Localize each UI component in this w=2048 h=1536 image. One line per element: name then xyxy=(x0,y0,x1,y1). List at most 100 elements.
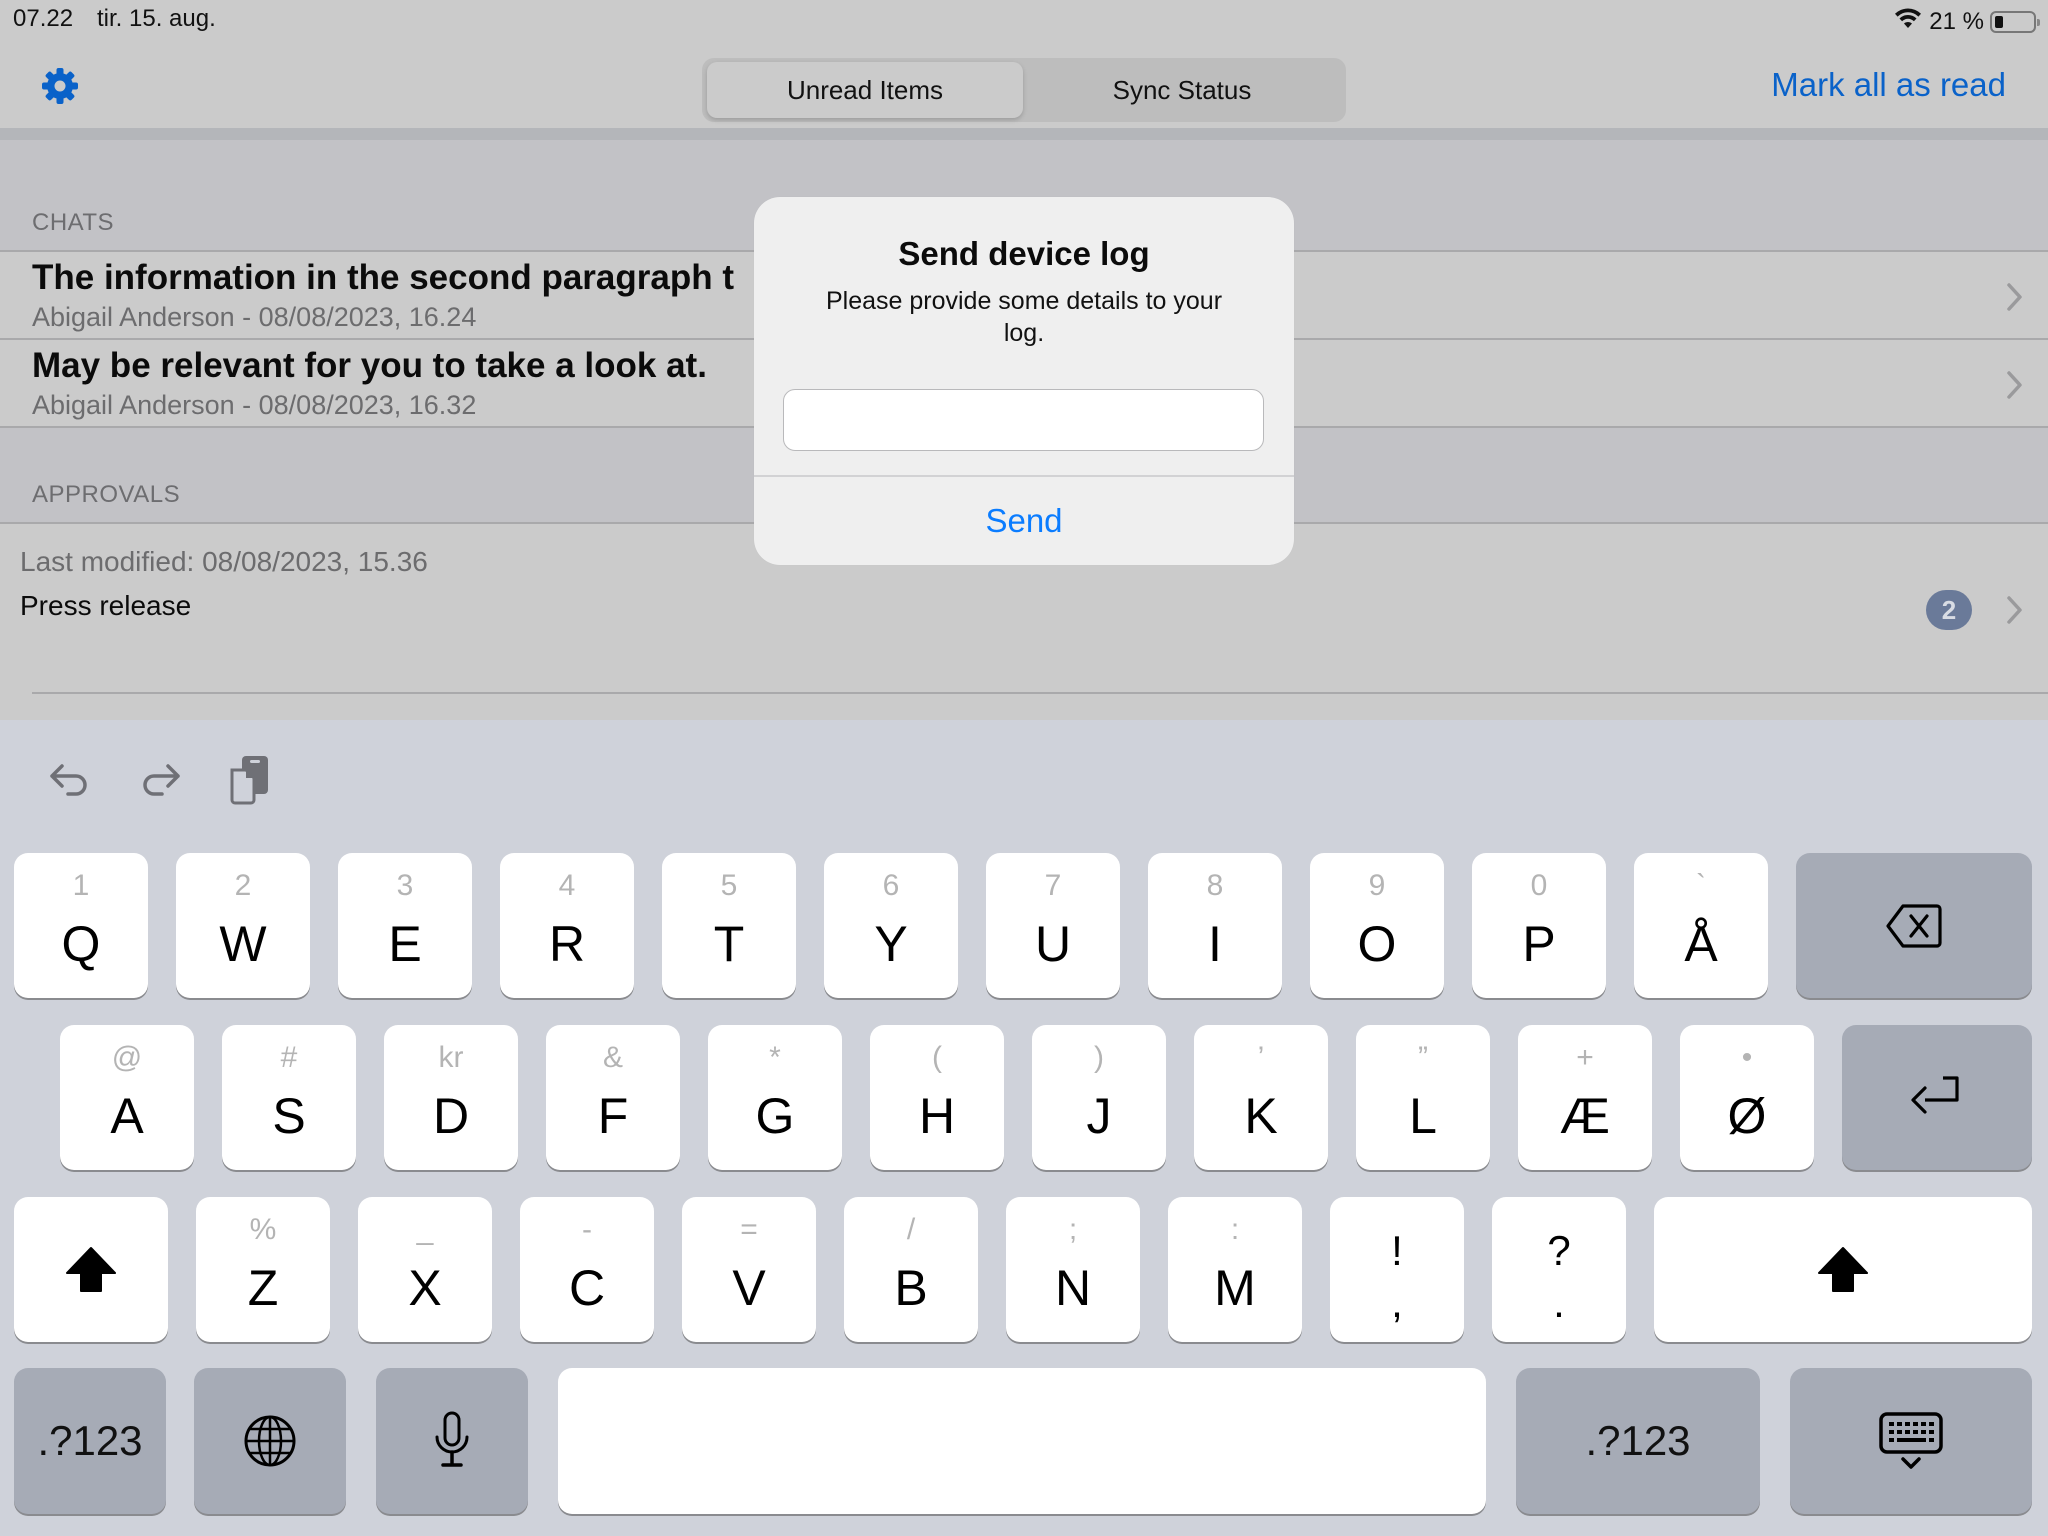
key-å[interactable]: ` Å xyxy=(1634,853,1768,998)
key-ø[interactable]: • Ø xyxy=(1680,1025,1814,1170)
gear-icon[interactable] xyxy=(38,64,82,108)
log-details-input[interactable] xyxy=(783,389,1264,451)
key-r[interactable]: 4R xyxy=(500,853,634,998)
key-v[interactable]: = V xyxy=(682,1197,816,1342)
redo-icon[interactable] xyxy=(132,750,188,810)
key-main-char: E xyxy=(388,916,422,972)
key-d[interactable]: kr D xyxy=(384,1025,518,1170)
key-t[interactable]: 5T xyxy=(662,853,796,998)
dialog-message: Please provide some details to your log. xyxy=(825,287,1223,347)
key-alt-char: 4 xyxy=(558,869,576,902)
backspace-key[interactable] xyxy=(1796,853,2032,998)
paste-icon[interactable] xyxy=(222,750,278,810)
key-alt-char: % xyxy=(249,1213,277,1246)
space-bar[interactable] xyxy=(558,1368,1486,1514)
key-k[interactable]: ’ K xyxy=(1194,1025,1328,1170)
key-b[interactable]: / B xyxy=(844,1197,978,1342)
key-main-char: C xyxy=(568,1260,606,1316)
key-alt-char: ` xyxy=(1696,869,1706,902)
key-j[interactable]: ) J xyxy=(1032,1025,1166,1170)
key-c[interactable]: -C xyxy=(520,1197,654,1342)
key-main-char: F xyxy=(597,1088,629,1144)
key-main-char: Å xyxy=(1684,916,1718,972)
tab-unread-items[interactable]: Unread Items xyxy=(707,62,1023,118)
key-g[interactable]: * G xyxy=(708,1025,842,1170)
shift-key-left[interactable] xyxy=(14,1197,168,1342)
dismiss-keyboard-key[interactable] xyxy=(1790,1368,2032,1514)
battery-percent: 21 % xyxy=(1929,7,1984,35)
section-header-chats: CHATS xyxy=(32,209,115,236)
key-a[interactable]: @ A xyxy=(60,1025,194,1170)
key-q[interactable]: 1Q xyxy=(14,853,148,998)
key-i[interactable]: 8I xyxy=(1148,853,1282,998)
key-main-char: Æ xyxy=(1560,1088,1610,1144)
chat-title: The information in the second paragraph … xyxy=(32,258,734,297)
key-alt-char: kr xyxy=(438,1041,464,1074)
key-n[interactable]: ; N xyxy=(1006,1197,1140,1342)
globe-icon xyxy=(194,1368,346,1514)
key-main-char: D xyxy=(432,1088,470,1144)
key-m[interactable]: :M xyxy=(1168,1197,1302,1342)
keyboard-dismiss-icon xyxy=(1790,1368,2032,1514)
key-h[interactable]: (H xyxy=(870,1025,1004,1170)
key-alt-char: / xyxy=(906,1213,916,1246)
key-main-char: K xyxy=(1244,1088,1278,1144)
key-o[interactable]: 9O xyxy=(1310,853,1444,998)
microphone-key[interactable] xyxy=(376,1368,528,1514)
shift-icon xyxy=(1654,1197,2032,1342)
tab-sync-status[interactable]: Sync Status xyxy=(1024,62,1340,118)
key-main-char: L xyxy=(1409,1088,1437,1144)
key-alt-char: ) xyxy=(1094,1041,1104,1074)
key-s[interactable]: # S xyxy=(222,1025,356,1170)
key-alt-char: # xyxy=(280,1041,298,1074)
key-l[interactable]: ” L xyxy=(1356,1025,1490,1170)
key-top-char: ! xyxy=(1391,1227,1403,1274)
globe-key[interactable] xyxy=(194,1368,346,1514)
key-main-char: P xyxy=(1522,916,1556,972)
key-main-char: Z xyxy=(247,1260,279,1316)
numbers-key-left[interactable]: .?123 xyxy=(14,1368,166,1514)
key-alt-char: ” xyxy=(1418,1041,1428,1074)
key-p[interactable]: 0P xyxy=(1472,853,1606,998)
key-main-char: B xyxy=(894,1260,928,1316)
key-alt-char: 9 xyxy=(1368,869,1386,902)
key-alt-char: : xyxy=(1230,1213,1240,1246)
key-alt-char: 5 xyxy=(720,869,738,902)
key-alt-char: & xyxy=(602,1041,623,1074)
on-screen-keyboard: 1 Q 2 W 3 E 4 R 5 T 6 Y 7 U 8 I 9 O 0 P ` Å @ A # Skr D & F * G(H) J’ K… xyxy=(0,720,2048,1536)
undo-icon[interactable] xyxy=(42,750,98,810)
key-w[interactable]: 2W xyxy=(176,853,310,998)
key-bottom-char: , xyxy=(1391,1279,1403,1326)
key-exclamation-comma[interactable]: !, xyxy=(1330,1197,1464,1342)
key-main-char: T xyxy=(713,916,745,972)
numbers-key-right[interactable]: .?123 xyxy=(1516,1368,1760,1514)
key-f[interactable]: & F xyxy=(546,1025,680,1170)
key-main-char: W xyxy=(219,916,267,972)
key-u[interactable]: 7U xyxy=(986,853,1120,998)
key-æ[interactable]: + Æ xyxy=(1518,1025,1652,1170)
key-alt-char: 6 xyxy=(882,869,900,902)
key-main-char: V xyxy=(732,1260,766,1316)
backspace-icon xyxy=(1796,853,2032,998)
key-e[interactable]: 3E xyxy=(338,853,472,998)
shift-key-right[interactable] xyxy=(1654,1197,2032,1342)
key-main-char: J xyxy=(1086,1088,1112,1144)
key-z[interactable]: % Z xyxy=(196,1197,330,1342)
send-device-log-dialog: Send device log Please provide some deta… xyxy=(754,197,1294,565)
chat-subtitle: Abigail Anderson - 08/08/2023, 16.24 xyxy=(32,302,477,332)
key-main-char: U xyxy=(1034,916,1072,972)
key-main-char: X xyxy=(408,1260,442,1316)
section-header-approvals: APPROVALS xyxy=(32,481,181,508)
segmented-control: Unread Items Sync Status xyxy=(702,58,1346,122)
send-button[interactable]: Send xyxy=(754,477,1294,565)
return-icon xyxy=(1842,1025,2032,1170)
mark-all-read-button[interactable]: Mark all as read xyxy=(1771,66,2006,104)
key-y[interactable]: 6Y xyxy=(824,853,958,998)
chevron-right-icon xyxy=(2006,595,2024,625)
numbers-key-label: .?123 xyxy=(37,1417,143,1464)
key-main-char: I xyxy=(1208,916,1222,972)
return-key[interactable] xyxy=(1842,1025,2032,1170)
key-question-period[interactable]: ?. xyxy=(1492,1197,1626,1342)
key-alt-char: ( xyxy=(932,1041,942,1074)
key-x[interactable]: _ X xyxy=(358,1197,492,1342)
